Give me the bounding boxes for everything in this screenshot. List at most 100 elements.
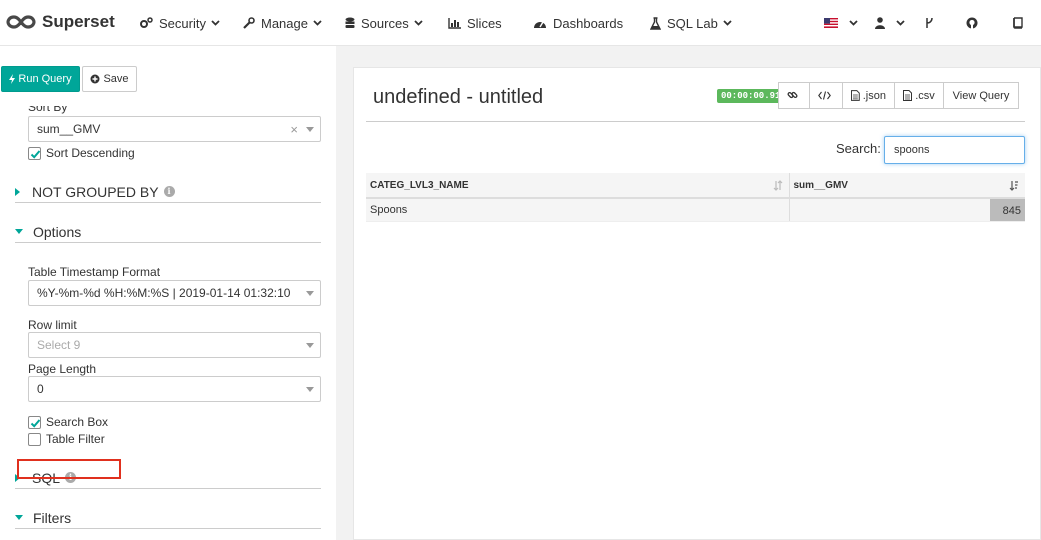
sort-by-select[interactable]: sum__GMV × <box>28 116 321 142</box>
plus-circle-icon <box>90 74 100 84</box>
documentation-link[interactable] <box>1012 14 1029 32</box>
page-length-label: Page Length <box>28 362 97 376</box>
top-navbar: Superset Security Manage Sources Slices … <box>0 0 1041 46</box>
cell-gmv: 845 <box>788 198 1025 222</box>
cell-gmv-value: 845 <box>1002 205 1021 217</box>
row-limit-select[interactable]: Select 9 <box>28 332 321 358</box>
chevron-down-icon <box>896 20 905 26</box>
dropdown-arrow-icon[interactable] <box>306 127 314 132</box>
nav-security-label: Security <box>159 15 206 31</box>
table-header-row: CATEG_LVL3_NAME sum__GMV <box>366 173 1025 199</box>
version-link[interactable] <box>925 14 940 32</box>
caret-down-icon <box>15 229 23 234</box>
link-button[interactable] <box>778 82 810 109</box>
sort-by-label: Sort By <box>28 106 68 114</box>
file-text-icon <box>851 90 860 101</box>
view-query-button[interactable]: View Query <box>943 82 1019 109</box>
column-header-categ[interactable]: CATEG_LVL3_NAME <box>366 173 789 199</box>
superset-logo-icon <box>6 15 36 29</box>
nav-sources[interactable]: Sources <box>345 14 429 32</box>
section-options-label: Options <box>33 223 82 240</box>
chevron-down-icon <box>414 20 423 26</box>
brand[interactable]: Superset <box>6 11 115 33</box>
chevron-down-icon <box>723 20 732 26</box>
column-header-gmv[interactable]: sum__GMV <box>788 173 1025 199</box>
bar-chart-icon <box>448 17 461 29</box>
nav-sources-label: Sources <box>361 15 409 31</box>
code-icon <box>818 91 831 100</box>
nav-dashboards[interactable]: Dashboards <box>533 14 623 32</box>
checkbox-unchecked-icon[interactable] <box>28 432 41 446</box>
nav-sql-lab-label: SQL Lab <box>667 15 718 31</box>
column-header-categ-label: CATEG_LVL3_NAME <box>370 179 469 191</box>
section-not-grouped-by-label: NOT GROUPED BY <box>32 183 159 200</box>
section-options[interactable]: Options <box>15 221 321 243</box>
wrench-icon <box>243 17 255 29</box>
run-query-label: Run Query <box>18 73 72 85</box>
bolt-icon <box>9 74 16 84</box>
chevron-down-icon <box>211 20 220 26</box>
search-box-label: Search Box <box>46 415 109 429</box>
slice-panel: undefined - untitled 00:00:00.91 .json .… <box>353 67 1041 540</box>
search-box-highlight <box>17 459 121 479</box>
caret-right-icon <box>15 187 20 196</box>
dropdown-arrow-icon[interactable] <box>306 343 314 348</box>
github-link[interactable] <box>966 14 984 32</box>
checkbox-checked-icon[interactable] <box>28 415 41 429</box>
table-search-label: Search: <box>836 141 881 156</box>
flask-icon <box>650 16 661 30</box>
chevron-down-icon <box>313 20 322 26</box>
page-length-value: 0 <box>37 382 44 396</box>
file-text-icon <box>903 90 913 101</box>
table-filter-checkbox[interactable]: Table Filter <box>28 432 105 446</box>
sort-descending-label: Sort Descending <box>46 146 135 160</box>
cell-categ: Spoons <box>366 198 789 222</box>
timestamp-format-select[interactable]: %Y-%m-%d %H:%M:%S | 2019-01-14 01:32:10 <box>28 280 321 306</box>
run-query-button[interactable]: Run Query <box>1 66 80 92</box>
page-length-select[interactable]: 0 <box>28 376 321 402</box>
embed-code-button[interactable] <box>809 82 843 109</box>
export-csv-button[interactable]: .csv <box>894 82 944 109</box>
section-filters-label: Filters <box>33 509 72 526</box>
save-label: Save <box>103 73 129 85</box>
timestamp-format-value: %Y-%m-%d %H:%M:%S | 2019-01-14 01:32:10 <box>37 286 291 300</box>
table-filter-label: Table Filter <box>46 432 105 446</box>
nav-slices[interactable]: Slices <box>448 14 502 32</box>
view-query-label: View Query <box>952 89 1010 102</box>
control-panel: Run Query Save Sort By sum__GMV × Sort D… <box>0 46 336 540</box>
row-limit-label: Row limit <box>28 318 77 332</box>
save-button[interactable]: Save <box>82 66 137 92</box>
dropdown-arrow-icon[interactable] <box>306 291 314 296</box>
sort-desc-icon[interactable] <box>1009 180 1019 191</box>
export-json-button[interactable]: .json <box>842 82 895 109</box>
data-table: CATEG_LVL3_NAME sum__GMV Spoons 845 <box>366 173 1025 222</box>
clear-icon[interactable]: × <box>290 122 298 137</box>
dropdown-arrow-icon[interactable] <box>306 387 314 392</box>
column-header-gmv-label: sum__GMV <box>793 179 848 191</box>
sort-descending-checkbox[interactable]: Sort Descending <box>28 146 135 160</box>
user-icon <box>875 17 885 29</box>
slice-toolbar: .json .csv View Query <box>778 82 1019 109</box>
nav-security[interactable]: Security <box>139 14 226 32</box>
brand-name: Superset <box>42 12 115 31</box>
info-icon[interactable]: i <box>163 186 175 197</box>
row-limit-placeholder: Select 9 <box>37 338 81 352</box>
sort-icon[interactable] <box>773 180 783 191</box>
export-csv-label: .csv <box>915 89 935 102</box>
section-filters[interactable]: Filters <box>15 507 321 529</box>
checkbox-checked-icon[interactable] <box>28 146 41 160</box>
export-json-label: .json <box>862 89 886 102</box>
cogs-icon <box>140 17 153 28</box>
table-row[interactable]: Spoons 845 <box>366 198 1025 222</box>
link-icon <box>787 91 798 99</box>
table-search-input[interactable] <box>884 136 1025 164</box>
user-menu[interactable] <box>875 14 911 32</box>
search-box-checkbox[interactable]: Search Box <box>28 415 108 429</box>
nav-manage[interactable]: Manage <box>243 14 328 32</box>
slice-title[interactable]: undefined - untitled <box>373 86 543 109</box>
section-not-grouped-by[interactable]: NOT GROUPED BY i <box>15 181 321 203</box>
database-icon <box>345 17 355 28</box>
code-fork-icon <box>926 17 933 28</box>
nav-sql-lab[interactable]: SQL Lab <box>650 14 738 32</box>
language-menu[interactable] <box>824 14 864 32</box>
